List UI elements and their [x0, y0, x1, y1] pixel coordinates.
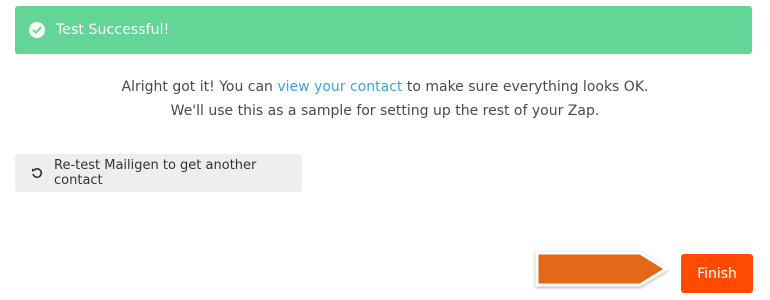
success-banner: Test Successful! [15, 6, 752, 54]
zap-test-result-page: Test Successful! Alright got it! You can… [0, 0, 770, 300]
message-text-before-link: Alright got it! You can [121, 79, 278, 95]
message-line-2: We'll use this as a sample for setting u… [170, 103, 600, 119]
retest-button-label: Re-test Mailigen to get another contact [54, 158, 257, 188]
message-line-1: Alright got it! You can view your contac… [0, 75, 770, 99]
retest-button[interactable]: Re-test Mailigen to get another contact [15, 154, 302, 192]
result-message: Alright got it! You can view your contac… [0, 75, 770, 123]
finish-button[interactable]: Finish [681, 254, 753, 293]
banner-text: Test Successful! [56, 22, 170, 38]
view-contact-link[interactable]: view your contact [277, 79, 402, 95]
message-text-after-link: to make sure everything looks OK. [402, 79, 649, 95]
undo-icon [31, 167, 43, 179]
check-circle-icon [29, 22, 45, 38]
arrow-right-icon [532, 246, 674, 296]
